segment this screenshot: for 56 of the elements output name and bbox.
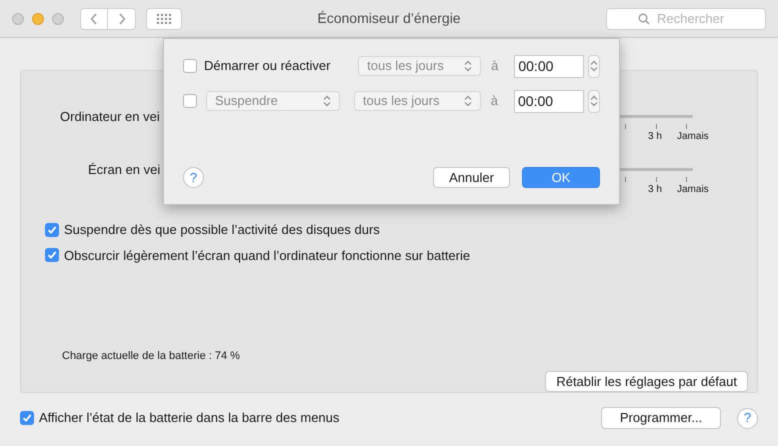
checkbox[interactable] bbox=[20, 411, 34, 425]
tick-mark bbox=[656, 176, 657, 182]
updown-icon bbox=[590, 60, 598, 72]
back-button[interactable] bbox=[80, 8, 108, 30]
zoom-button[interactable] bbox=[52, 12, 64, 24]
tick-label: Jamais bbox=[677, 130, 709, 144]
grid-icon bbox=[157, 14, 171, 24]
tick-label: 3 h bbox=[648, 130, 662, 144]
cancel-button[interactable]: Annuler bbox=[433, 167, 510, 188]
close-button[interactable] bbox=[12, 12, 24, 24]
checkbox[interactable] bbox=[183, 94, 197, 108]
slider-track[interactable] bbox=[617, 168, 693, 170]
slider-track[interactable] bbox=[617, 115, 693, 118]
chevron-right-icon bbox=[118, 12, 126, 24]
action-label: Démarrer ou réactiver bbox=[204, 57, 332, 76]
tick-mark bbox=[625, 176, 626, 182]
time-stepper[interactable] bbox=[588, 90, 600, 112]
battery-charge-text: Charge actuelle de la batterie : 74 % bbox=[62, 349, 241, 364]
help-button[interactable]: ? bbox=[737, 408, 758, 428]
updown-icon bbox=[322, 95, 331, 107]
show-all-button[interactable] bbox=[146, 8, 182, 30]
time-stepper[interactable] bbox=[588, 54, 600, 78]
tick-mark bbox=[686, 124, 687, 129]
ok-button[interactable]: OK bbox=[522, 167, 600, 188]
action-popup[interactable]: Suspendre bbox=[206, 91, 340, 111]
slider-label: Ordinateur en vei bbox=[60, 108, 160, 126]
time-field[interactable]: 00:00 bbox=[514, 54, 584, 78]
minimize-button[interactable] bbox=[32, 12, 44, 24]
updown-icon bbox=[464, 60, 472, 72]
time-field[interactable]: 00:00 bbox=[514, 90, 584, 112]
chevron-left-icon bbox=[90, 12, 98, 24]
frequency-popup[interactable]: tous les jours bbox=[354, 91, 481, 111]
tick-mark bbox=[625, 124, 626, 129]
checkbox-label: Obscurcir légèrement l’écran quand l’ordinateur fonctionne sur batterie bbox=[64, 246, 470, 265]
help-button[interactable]: ? bbox=[183, 167, 204, 188]
restore-defaults-button[interactable]: Rétablir les réglages par défaut bbox=[545, 370, 748, 392]
forward-button[interactable] bbox=[108, 8, 136, 30]
search-field[interactable]: Rechercher bbox=[606, 8, 766, 30]
tick-label: 3 h bbox=[648, 182, 662, 196]
updown-icon bbox=[464, 95, 472, 107]
checkbox[interactable] bbox=[45, 222, 59, 237]
tick-label: Jamais bbox=[677, 182, 709, 196]
at-label: à bbox=[490, 92, 498, 110]
at-label: à bbox=[491, 57, 498, 76]
checkbox[interactable] bbox=[183, 59, 197, 73]
checkbox[interactable] bbox=[45, 248, 59, 262]
tick-mark bbox=[686, 176, 687, 182]
tick-mark bbox=[656, 124, 657, 129]
checkbox-label: Afficher l’état de la batterie dans la barre des menus bbox=[39, 409, 340, 428]
window-title: Économiseur d’énergie bbox=[317, 9, 461, 28]
search-icon bbox=[638, 12, 650, 24]
frequency-popup[interactable]: tous les jours bbox=[358, 56, 482, 76]
slider-label: Écran en vei bbox=[88, 160, 160, 178]
checkbox-label: Suspendre dès que possible l’activité des disques durs bbox=[64, 221, 380, 239]
schedule-button[interactable]: Programmer... bbox=[601, 407, 721, 429]
updown-icon bbox=[590, 95, 598, 107]
